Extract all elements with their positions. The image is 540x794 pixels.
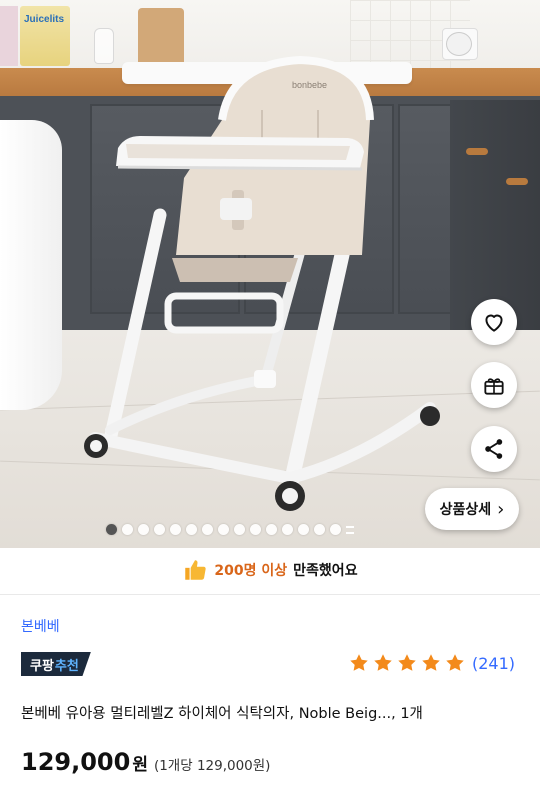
price-currency: 원: [132, 755, 148, 775]
product-detail-button[interactable]: 상품상세 ›: [425, 488, 519, 530]
product-image[interactable]: Juicelits bonbebe 상품상세 ›: [0, 0, 540, 548]
product-detail-label: 상품상세: [439, 502, 492, 518]
carousel-dot[interactable]: [106, 524, 117, 535]
thumbs-up-icon: [185, 560, 207, 580]
wishlist-button[interactable]: [471, 299, 517, 345]
price: 129,000: [21, 748, 131, 776]
carousel-dot[interactable]: [202, 524, 213, 535]
carousel-dot[interactable]: [218, 524, 229, 535]
svg-text:bonbebe: bonbebe: [292, 80, 327, 90]
star-icon: [422, 654, 440, 671]
satisfaction-count: 200명 이상: [214, 563, 288, 579]
share-button[interactable]: [471, 426, 517, 472]
brand-link[interactable]: 본베베: [21, 616, 60, 636]
heart-icon: [485, 314, 503, 332]
unit-price: (1개당 129,000원): [153, 758, 271, 774]
carousel-dot[interactable]: [266, 524, 277, 535]
carousel-dot[interactable]: [314, 524, 325, 535]
coupang-recommend-badge: 쿠팡 추천: [21, 652, 91, 676]
star-icon: [398, 654, 416, 671]
carousel-dot[interactable]: [138, 524, 149, 535]
badge-text-part2: 추천: [54, 658, 79, 674]
gift-button[interactable]: [471, 362, 517, 408]
carousel-dot[interactable]: [330, 524, 341, 535]
carousel-dot[interactable]: [298, 524, 309, 535]
star-icon: [446, 654, 464, 671]
satisfaction-text: 만족했어요: [293, 563, 358, 579]
satisfaction-banner: 200명 이상 만족했어요: [0, 548, 540, 592]
high-chair-illustration: bonbebe: [84, 55, 440, 511]
carousel-dot[interactable]: [122, 524, 133, 535]
carousel-dot[interactable]: [282, 524, 293, 535]
divider: [0, 594, 540, 595]
gift-icon: [484, 378, 504, 395]
review-count[interactable]: (241): [472, 654, 515, 673]
star-icon: [350, 654, 368, 671]
carousel-more-icon: [346, 525, 354, 534]
badge-text-part1: 쿠팡: [30, 658, 54, 674]
star-icon: [374, 654, 392, 671]
carousel-dot[interactable]: [170, 524, 181, 535]
chevron-right-icon: ›: [497, 498, 505, 520]
product-title: 본베베 유아용 멀티레벨Z 하이체어 식탁의자, Noble Beig..., …: [21, 706, 423, 722]
share-icon: [485, 439, 503, 459]
carousel-indicator[interactable]: [106, 524, 354, 535]
carousel-dot[interactable]: [186, 524, 197, 535]
rating[interactable]: (241): [348, 652, 515, 674]
carousel-dot[interactable]: [234, 524, 245, 535]
price-row: 129,000 원 (1개당 129,000원): [21, 748, 270, 776]
carousel-dot[interactable]: [154, 524, 165, 535]
carousel-dot[interactable]: [250, 524, 261, 535]
